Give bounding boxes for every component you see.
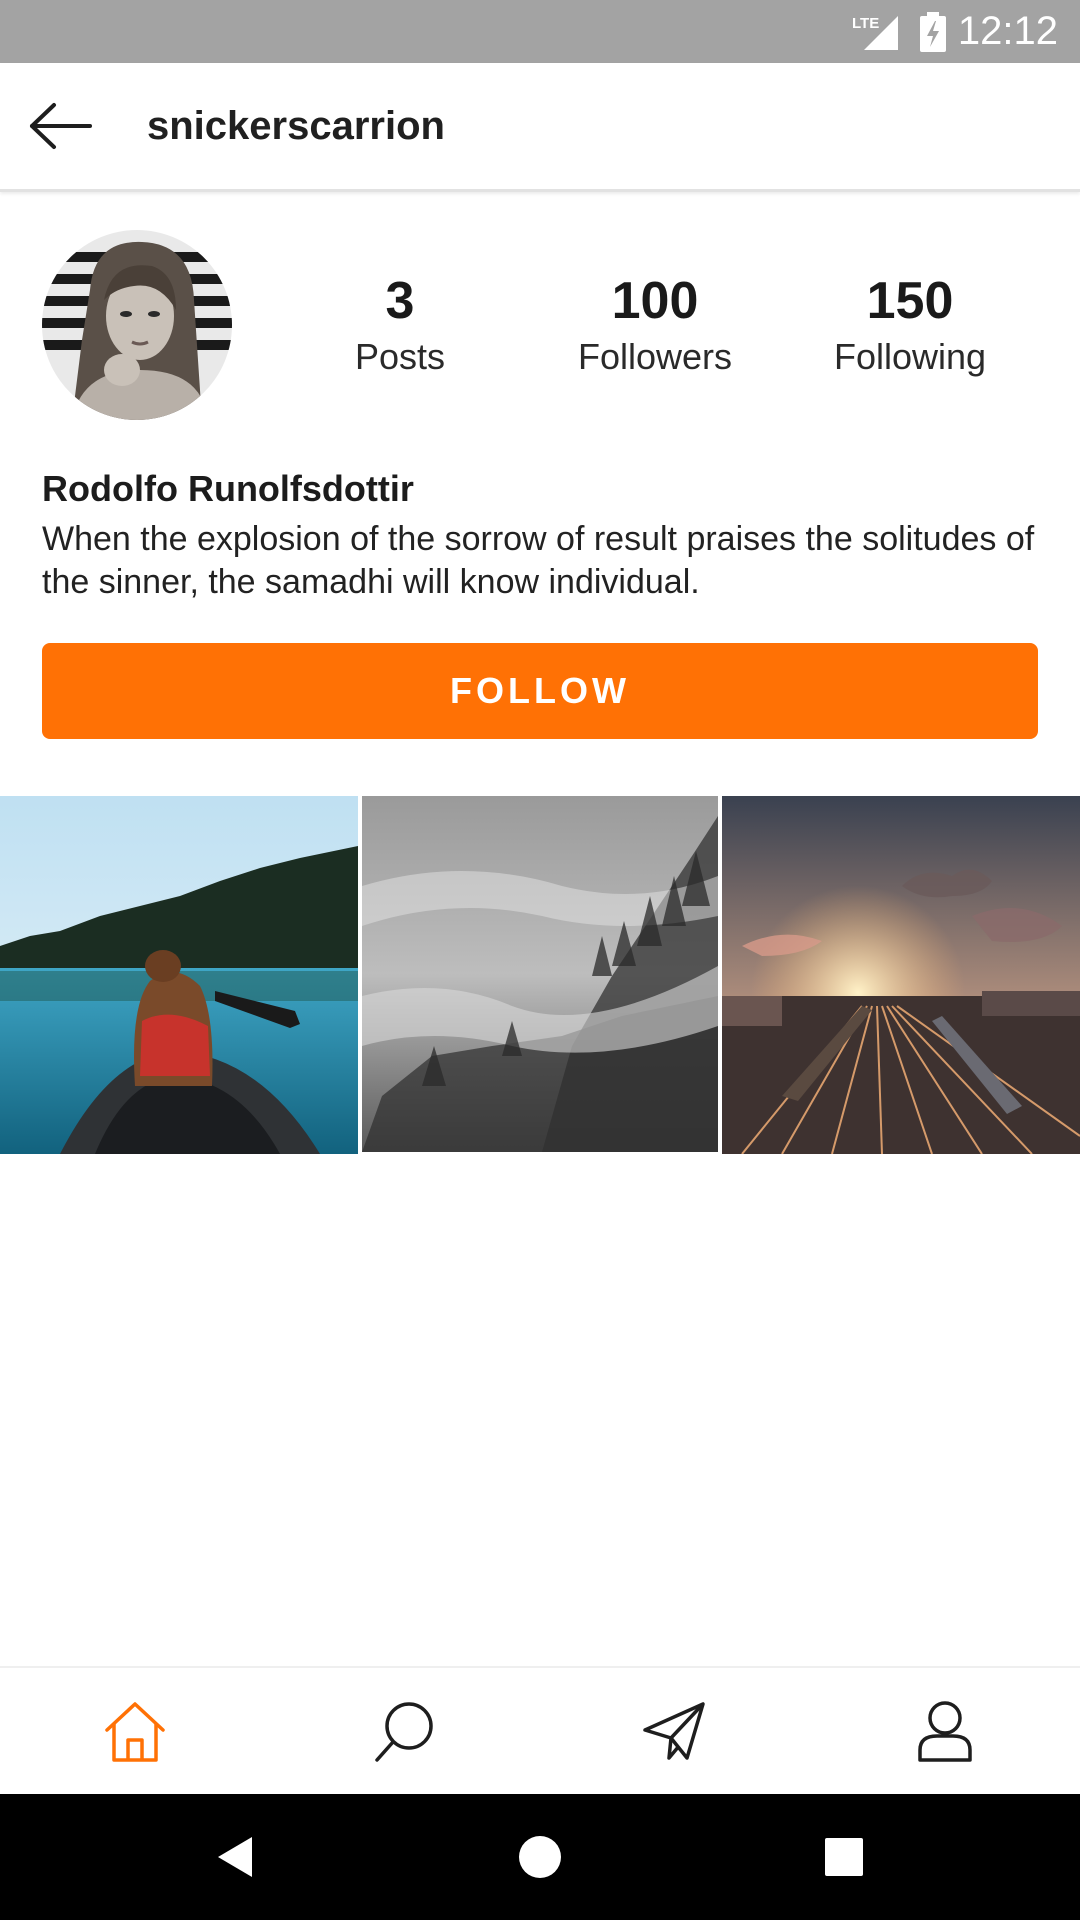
stat-value: 3 bbox=[385, 272, 415, 330]
stat-posts[interactable]: 3 Posts bbox=[290, 268, 510, 380]
system-recents-button[interactable] bbox=[764, 1794, 924, 1920]
status-bar: LTE 12:12 bbox=[0, 0, 1080, 63]
search-icon bbox=[375, 1702, 433, 1762]
bottom-nav bbox=[0, 1666, 1080, 1796]
status-time: 12:12 bbox=[957, 9, 1058, 53]
page-title: snickerscarrion bbox=[147, 104, 445, 148]
posts-grid bbox=[0, 796, 1080, 1154]
network-label: LTE bbox=[852, 15, 879, 32]
profile-icon bbox=[918, 1701, 972, 1762]
nav-item-search[interactable] bbox=[270, 1668, 540, 1796]
recents-square-icon bbox=[825, 1838, 863, 1876]
stat-label: Posts bbox=[354, 336, 446, 377]
home-circle-icon bbox=[519, 1836, 561, 1878]
stat-label: Following bbox=[833, 336, 987, 377]
nav-item-home[interactable] bbox=[0, 1668, 270, 1796]
post-tile[interactable] bbox=[722, 796, 1080, 1154]
stat-label: Followers bbox=[577, 336, 733, 377]
stat-followers[interactable]: 100 Followers bbox=[545, 268, 765, 380]
follow-button[interactable]: FOLLOW bbox=[42, 643, 1038, 739]
stat-value: 150 bbox=[866, 272, 954, 330]
woman-in-canoe-photo bbox=[0, 796, 358, 1154]
battery-charging-icon bbox=[920, 12, 946, 52]
system-back-button[interactable] bbox=[156, 1794, 316, 1920]
post-tile[interactable] bbox=[0, 796, 358, 1154]
profile-photo bbox=[42, 230, 232, 420]
system-nav-bar bbox=[0, 1794, 1080, 1920]
back-button[interactable] bbox=[24, 91, 98, 161]
send-icon bbox=[643, 1702, 705, 1760]
app-bar: snickerscarrion bbox=[0, 63, 1080, 192]
stat-following[interactable]: 150 Following bbox=[800, 268, 1020, 380]
lte-signal-icon: LTE bbox=[852, 15, 898, 50]
system-home-button[interactable] bbox=[460, 1794, 620, 1920]
home-icon bbox=[105, 1702, 165, 1762]
profile-name: Rodolfo Runolfsdottir bbox=[42, 468, 414, 509]
nav-item-profile[interactable] bbox=[810, 1668, 1080, 1796]
nav-item-send[interactable] bbox=[540, 1668, 810, 1796]
post-tile[interactable] bbox=[362, 796, 718, 1154]
profile-bio: When the explosion of the sorrow of resu… bbox=[42, 520, 1035, 601]
back-triangle-icon bbox=[218, 1837, 252, 1877]
misty-forest-photo bbox=[362, 796, 718, 1152]
arrow-left-icon bbox=[30, 103, 92, 149]
avatar[interactable] bbox=[42, 230, 232, 420]
rail-yard-sunset-photo bbox=[722, 796, 1080, 1154]
stat-value: 100 bbox=[611, 272, 699, 330]
